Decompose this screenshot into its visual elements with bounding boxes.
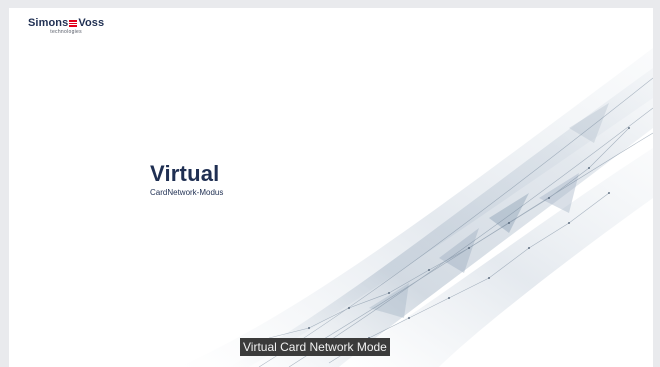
logo-bars-icon <box>69 19 78 28</box>
logo-wordmark: Simons Voss <box>28 18 104 29</box>
logo-tagline: technologies <box>50 29 82 35</box>
slide-title: Virtual <box>150 161 220 186</box>
logo-name-right: Voss <box>78 17 105 29</box>
simonsvoss-logo: Simons Voss technologies <box>28 18 104 35</box>
slide-subtitle: CardNetwork-Modus <box>150 188 224 197</box>
video-caption: Virtual Card Network Mode <box>240 338 390 356</box>
network-mesh-graphic <box>179 48 653 367</box>
video-frame: Simons Voss technologies Virtual CardNet… <box>9 8 653 367</box>
logo-name-left: Simons <box>28 17 69 29</box>
